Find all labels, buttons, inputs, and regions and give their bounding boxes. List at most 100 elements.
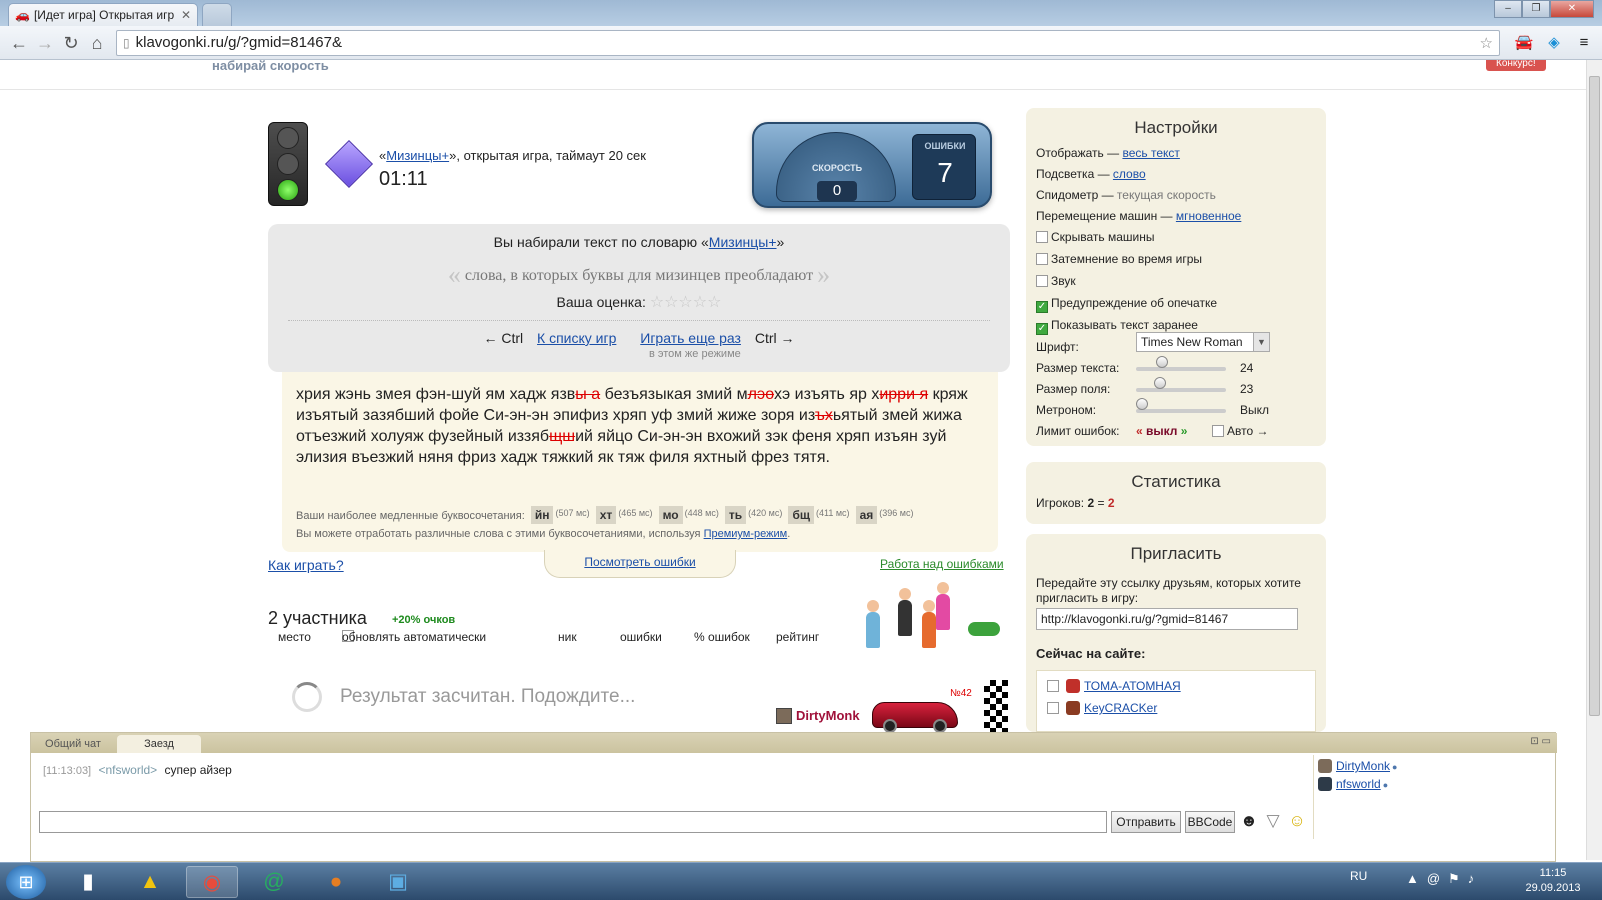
aimp-tray-icon[interactable]: ▲: [1406, 871, 1427, 886]
tab-race-chat[interactable]: Заезд: [117, 735, 201, 753]
forward-icon[interactable]: →: [32, 30, 58, 56]
tab-general-chat[interactable]: Общий чат: [31, 735, 115, 753]
col-place: место: [278, 630, 311, 644]
game-title: «Мизинцы+», открытая игра, таймаут 20 се…: [379, 148, 646, 163]
typo-warn-option[interactable]: Предупреждение об опечатке: [1036, 296, 1217, 313]
hide-cars-option[interactable]: Скрывать машины: [1036, 230, 1154, 244]
star-icon[interactable]: ☆: [664, 294, 678, 311]
auto-limit-checkbox[interactable]: [1212, 425, 1224, 437]
font-select[interactable]: Times New Roman ▼: [1136, 332, 1270, 352]
page-icon: ▯: [123, 35, 130, 50]
list-item[interactable]: KeyCRACKer: [1047, 701, 1157, 715]
person-icon: [866, 600, 880, 648]
sound-option[interactable]: Звук: [1036, 274, 1076, 288]
dict-name-link[interactable]: Мизинцы+: [709, 234, 777, 250]
page-scrollbar[interactable]: [1586, 60, 1602, 860]
show-text-checkbox[interactable]: [1036, 323, 1048, 335]
star-icon[interactable]: ☆: [693, 294, 707, 311]
result-panel: Вы набирали текст по словарю «Мизинцы+» …: [268, 224, 1010, 372]
smiley-mask-icon[interactable]: ☻: [1239, 811, 1259, 831]
games-list-link[interactable]: К списку игр: [537, 330, 616, 346]
play-again-link[interactable]: Играть еще раз: [640, 330, 741, 346]
invite-desc: Передайте эту ссылку друзьям, которых хо…: [1036, 576, 1301, 605]
star-icon[interactable]: ☆: [707, 294, 721, 311]
settings-panel: Настройки Отображать — весь текст Подсве…: [1026, 108, 1326, 446]
how-to-play-link[interactable]: Как играть?: [268, 557, 344, 573]
reload-icon[interactable]: ↻: [58, 30, 84, 56]
dim-checkbox[interactable]: [1036, 253, 1048, 265]
slow-combos: Ваши наиболее медленные буквосочетания: …: [296, 506, 914, 540]
system-clock[interactable]: 11:15 29.09.2013: [1514, 866, 1592, 896]
firefox-icon[interactable]: ●: [310, 866, 362, 898]
view-errors-link[interactable]: Посмотреть ошибки: [584, 555, 695, 569]
home-icon[interactable]: ⌂: [84, 30, 110, 56]
text-size-slider[interactable]: [1136, 356, 1236, 375]
start-button[interactable]: ⊞: [6, 865, 46, 899]
language-indicator[interactable]: RU: [1350, 869, 1367, 883]
volume-tray-icon[interactable]: ♪: [1468, 871, 1483, 886]
aimp-icon[interactable]: ▲: [124, 866, 176, 898]
quote-left-icon: «: [447, 260, 461, 289]
star-icon[interactable]: ☆: [678, 294, 692, 311]
close-window-icon[interactable]: ✕: [1550, 0, 1594, 18]
network-tray-icon[interactable]: ⚑: [1448, 871, 1468, 886]
car-extension-icon[interactable]: 🚘: [1512, 31, 1536, 55]
slider-knob[interactable]: [1156, 356, 1168, 368]
display-mode-link[interactable]: весь текст: [1122, 146, 1179, 160]
chat-input[interactable]: [39, 811, 1107, 833]
new-tab-button[interactable]: [202, 3, 232, 26]
minimize-chat-icon[interactable]: ▭: [1542, 736, 1551, 747]
pin-icon[interactable]: ⊡: [1530, 736, 1538, 747]
small-car-icon: [968, 622, 1000, 636]
speedo-mode[interactable]: текущая скорость: [1117, 188, 1216, 202]
cars-move-link[interactable]: мгновенное: [1176, 209, 1241, 223]
list-item[interactable]: ТОМА-АТОМНАЯ: [1047, 679, 1181, 693]
browser-tab-active[interactable]: 🚗 [Идет игра] Открытая игр ✕: [8, 3, 198, 26]
game-type-diamond-icon: [324, 139, 374, 189]
typo-warn-checkbox[interactable]: [1036, 301, 1048, 313]
explorer-icon[interactable]: ▮: [62, 866, 114, 898]
dict-link[interactable]: Мизинцы+: [386, 148, 449, 163]
send-button[interactable]: Отправить: [1111, 811, 1181, 833]
minimize-icon[interactable]: ‒: [1494, 0, 1522, 18]
dim-option[interactable]: Затемнение во время игры: [1036, 252, 1202, 266]
racer-name[interactable]: DirtyMonk: [796, 708, 860, 723]
slider-knob[interactable]: [1136, 398, 1148, 410]
bookmark-star-icon[interactable]: ☆: [1480, 34, 1493, 52]
players-count: Игроков: 2 = 2: [1036, 496, 1115, 510]
invite-url-field[interactable]: http://klavogonki.ru/g/?gmid=81467: [1036, 608, 1298, 630]
work-errors-link[interactable]: Работа над ошибками: [880, 557, 1004, 571]
extension-icon[interactable]: ◈: [1542, 31, 1566, 55]
chrome-icon[interactable]: ◉: [186, 866, 238, 898]
star-icon[interactable]: ☆: [650, 294, 664, 311]
combo-badge: ть: [724, 506, 747, 524]
error-fragment: щш: [549, 428, 576, 445]
field-size-slider[interactable]: [1136, 377, 1236, 396]
tab-title: [Идет игра] Открытая игр: [33, 8, 175, 22]
contest-button[interactable]: Конкурс!: [1486, 60, 1546, 71]
game-timer: 01:11: [379, 168, 428, 190]
filter-icon[interactable]: ▽: [1263, 811, 1283, 831]
scroll-thumb[interactable]: [1589, 76, 1600, 716]
metronome-slider[interactable]: [1136, 398, 1236, 417]
auto-limit-option[interactable]: Авто →: [1212, 424, 1268, 438]
app-icon[interactable]: ▣: [372, 866, 424, 898]
bbcode-button[interactable]: BBCode: [1185, 811, 1235, 833]
mail-agent-icon[interactable]: @: [248, 866, 300, 898]
error-limit-control[interactable]: « выкл »: [1136, 424, 1187, 438]
back-icon[interactable]: ←: [6, 30, 32, 56]
address-bar[interactable]: ▯ klavogonki.ru/g/?gmid=81467& ☆: [116, 29, 1500, 56]
list-item[interactable]: DirtyMonk ●: [1318, 759, 1397, 773]
hide-cars-checkbox[interactable]: [1036, 231, 1048, 243]
sound-checkbox[interactable]: [1036, 275, 1048, 287]
mail-tray-icon[interactable]: @: [1427, 871, 1448, 886]
page: набирай скорость Конкурс! «Мизинцы+», от…: [0, 60, 1586, 732]
tab-close-icon[interactable]: ✕: [181, 8, 191, 22]
menu-icon[interactable]: ≡: [1572, 31, 1596, 55]
maximize-icon[interactable]: ❐: [1522, 0, 1550, 18]
slider-knob[interactable]: [1153, 377, 1166, 389]
premium-link[interactable]: Премиум-режим: [704, 528, 788, 540]
highlight-mode-link[interactable]: слово: [1113, 167, 1146, 181]
smiley-icon[interactable]: ☺: [1287, 811, 1307, 831]
list-item[interactable]: nfsworld ●: [1318, 777, 1388, 791]
